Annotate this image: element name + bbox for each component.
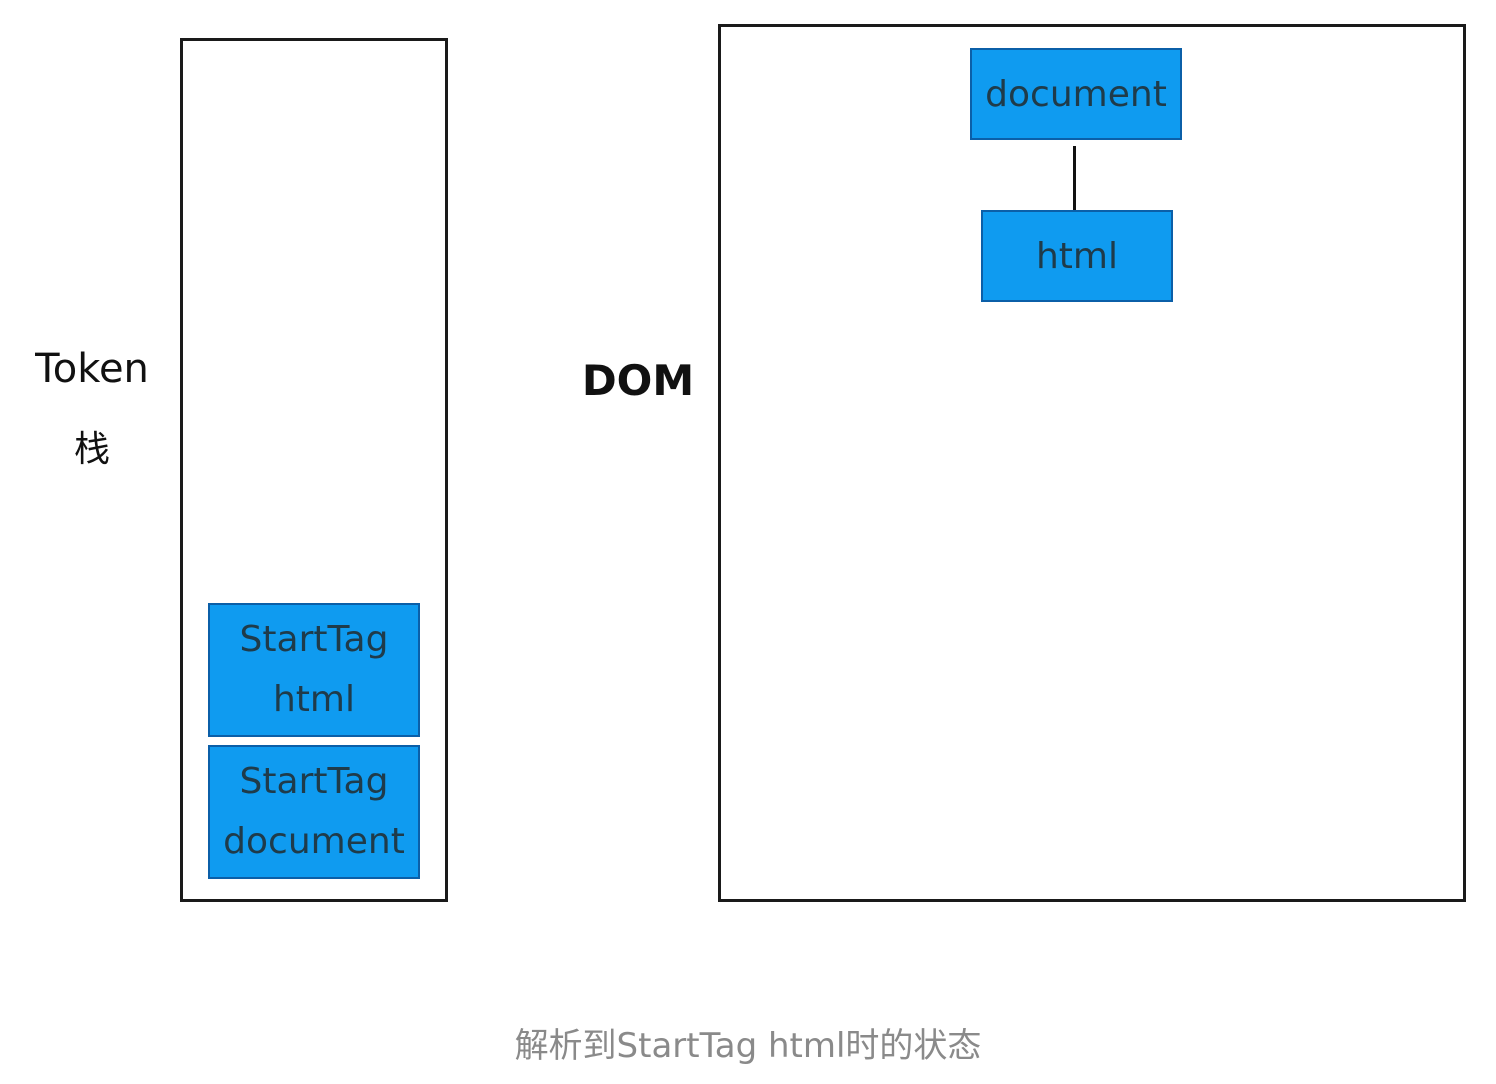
dom-node-label: document [985,73,1167,115]
dom-label: DOM [581,356,695,405]
token-item-type: StartTag [239,619,389,660]
dom-edge-document-html [1073,146,1076,212]
stack-label: 栈 [73,429,110,470]
token-stack-item-starttag-document: StartTag document [208,745,420,879]
token-item-name: html [272,679,355,720]
dom-node-label: html [1035,235,1118,277]
figure-caption: 解析到StartTag html时的状态 [514,1026,982,1066]
dom-node-document: document [970,48,1182,140]
token-stack-label: Token [35,346,149,392]
dom-tree-frame [718,24,1466,902]
token-item-name: document [223,821,405,862]
token-item-type: StartTag [239,761,389,802]
dom-node-html: html [981,210,1173,302]
token-stack-item-starttag-html: StartTag html [208,603,420,737]
